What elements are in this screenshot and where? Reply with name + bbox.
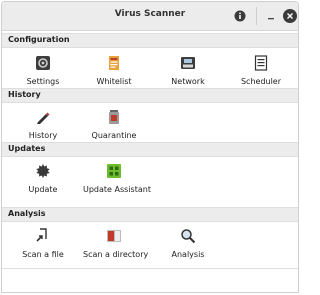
- history-button[interactable]: History: [12, 109, 74, 140]
- network-icon: [181, 57, 195, 69]
- section-title-updates: Updates: [8, 144, 46, 153]
- minimize-button[interactable]: [262, 7, 280, 25]
- whitelist-button[interactable]: Whitelist: [83, 55, 145, 86]
- info-icon: [234, 10, 246, 22]
- about-button[interactable]: [231, 7, 249, 25]
- section-header-updates: Updates: [2, 142, 298, 157]
- scheduler-button[interactable]: Scheduler: [230, 55, 292, 86]
- scheduler-icon: [254, 55, 268, 71]
- scheduler-label: Scheduler: [240, 77, 282, 86]
- settings-label: Settings: [26, 77, 60, 86]
- update-assistant-icon: [107, 164, 121, 178]
- close-button[interactable]: [281, 7, 299, 25]
- titlebar-separator: [256, 7, 257, 25]
- scan-directory-button[interactable]: Scan a directory: [83, 228, 149, 259]
- bottom-divider: [2, 268, 298, 269]
- scan-file-label: Scan a file: [22, 250, 64, 259]
- magnifier-icon: [181, 229, 196, 244]
- network-button[interactable]: Network: [157, 55, 219, 86]
- quarantine-label: Quarantine: [91, 131, 137, 140]
- update-assistant-label: Update Assistant: [83, 185, 151, 194]
- whitelist-icon: [109, 56, 119, 70]
- settings-icon: [36, 56, 50, 70]
- section-header-configuration: Configuration: [2, 33, 298, 48]
- section-title-configuration: Configuration: [8, 35, 70, 44]
- update-icon: [36, 164, 50, 178]
- scan-file-icon: [36, 228, 47, 242]
- virus-scanner-window: Virus Scanner Configuration Settings Whi…: [1, 1, 299, 293]
- whitelist-label: Whitelist: [96, 77, 132, 86]
- close-icon: [283, 9, 297, 23]
- scan-file-button[interactable]: Scan a file: [12, 228, 74, 259]
- quarantine-button[interactable]: Quarantine: [83, 109, 145, 140]
- analysis-button[interactable]: Analysis: [157, 228, 219, 259]
- scan-directory-label: Scan a directory: [83, 250, 149, 259]
- network-label: Network: [171, 77, 205, 86]
- minimize-icon: [268, 18, 274, 20]
- titlebar: Virus Scanner: [2, 2, 298, 31]
- update-button[interactable]: Update: [12, 163, 74, 194]
- window-title: Virus Scanner: [114, 9, 186, 19]
- history-icon: [37, 112, 50, 124]
- section-header-analysis: Analysis: [2, 207, 298, 222]
- section-title-history: History: [8, 90, 41, 99]
- section-title-analysis: Analysis: [8, 209, 46, 218]
- scan-directory-icon: [107, 230, 121, 242]
- settings-button[interactable]: Settings: [12, 55, 74, 86]
- section-header-history: History: [2, 88, 298, 103]
- update-label: Update: [28, 185, 58, 194]
- quarantine-icon: [109, 110, 119, 124]
- history-label: History: [28, 131, 58, 140]
- analysis-label: Analysis: [171, 250, 205, 259]
- update-assistant-button[interactable]: Update Assistant: [83, 163, 151, 194]
